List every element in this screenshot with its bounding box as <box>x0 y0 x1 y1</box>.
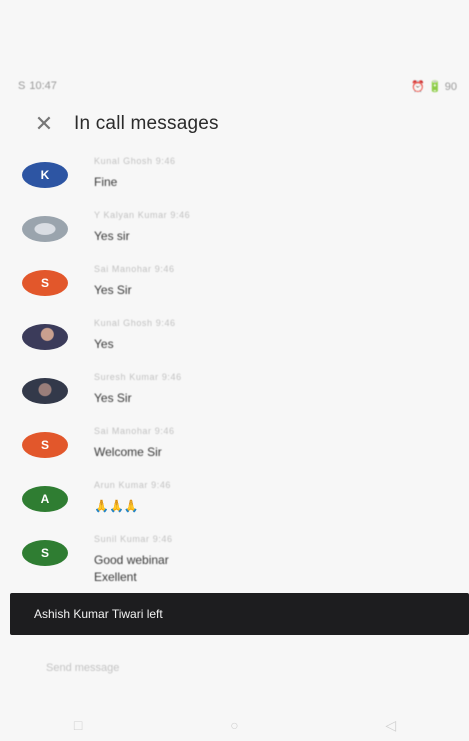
message-meta: Sunil Kumar 9:46 <box>94 534 173 544</box>
status-left: S 10:47 <box>18 80 57 92</box>
list-item: Y Kalyan Kumar 9:46 Yes sir <box>22 204 449 258</box>
battery-icon: ⏰ 🔋 90 <box>411 80 457 93</box>
list-item: S Sai Manohar 9:46 Welcome Sir <box>22 420 449 474</box>
message-meta: Suresh Kumar 9:46 <box>94 372 182 382</box>
message-line: Exellent <box>94 570 137 584</box>
message-text: 🙏🙏🙏 <box>94 499 139 513</box>
message-text: Fine <box>94 175 118 189</box>
message-meta: Y Kalyan Kumar 9:46 <box>94 210 191 220</box>
list-item: Kunal Ghosh 9:46 Yes <box>22 312 449 366</box>
toast-text: Ashish Kumar Tiwari left <box>34 607 163 621</box>
avatar <box>22 378 68 404</box>
list-item: K Kunal Ghosh 9:46 Fine <box>22 150 449 204</box>
message-meta: Sai Manohar 9:46 <box>94 426 175 436</box>
page-title: In call messages <box>74 113 219 134</box>
status-bar: S 10:47 ⏰ 🔋 90 <box>18 76 457 96</box>
message-meta: Kunal Ghosh 9:46 <box>94 156 176 166</box>
toast-notification: Ashish Kumar Tiwari left <box>10 593 469 635</box>
home-icon[interactable]: ○ <box>214 717 254 733</box>
message-input-placeholder[interactable]: Send message <box>46 662 119 674</box>
message-text: Yes sir <box>94 229 130 243</box>
avatar: S <box>22 432 68 458</box>
message-text: Yes Sir <box>94 283 132 297</box>
avatar <box>22 324 68 350</box>
recent-apps-icon[interactable]: □ <box>58 717 98 733</box>
message-composer[interactable]: Send message <box>10 650 459 686</box>
message-list: K Kunal Ghosh 9:46 Fine Y Kalyan Kumar 9… <box>22 150 449 592</box>
list-item: Suresh Kumar 9:46 Yes Sir <box>22 366 449 420</box>
avatar: K <box>22 162 68 188</box>
close-icon[interactable]: ✕ <box>32 111 56 136</box>
back-icon[interactable]: ◁ <box>371 717 411 734</box>
header: ✕ In call messages <box>32 108 453 140</box>
message-meta: Kunal Ghosh 9:46 <box>94 318 176 328</box>
message-line: Good webinar <box>94 553 169 567</box>
avatar: A <box>22 486 68 512</box>
avatar: S <box>22 540 68 566</box>
message-text: Good webinar Exellent <box>94 552 169 586</box>
avatar: S <box>22 270 68 296</box>
message-text: Yes Sir <box>94 391 132 405</box>
status-prefix: S <box>18 80 26 92</box>
list-item: S Sunil Kumar 9:46 Good webinar Exellent <box>22 528 449 592</box>
avatar <box>22 216 68 242</box>
system-navbar: □ ○ ◁ <box>0 712 469 738</box>
list-item: S Sai Manohar 9:46 Yes Sir <box>22 258 449 312</box>
message-meta: Arun Kumar 9:46 <box>94 480 172 490</box>
message-meta: Sai Manohar 9:46 <box>94 264 175 274</box>
list-item: A Arun Kumar 9:46 🙏🙏🙏 <box>22 474 449 528</box>
status-right: ⏰ 🔋 90 <box>411 80 457 93</box>
message-text: Yes <box>94 337 114 351</box>
status-time: 10:47 <box>29 80 57 92</box>
message-text: Welcome Sir <box>94 445 162 459</box>
